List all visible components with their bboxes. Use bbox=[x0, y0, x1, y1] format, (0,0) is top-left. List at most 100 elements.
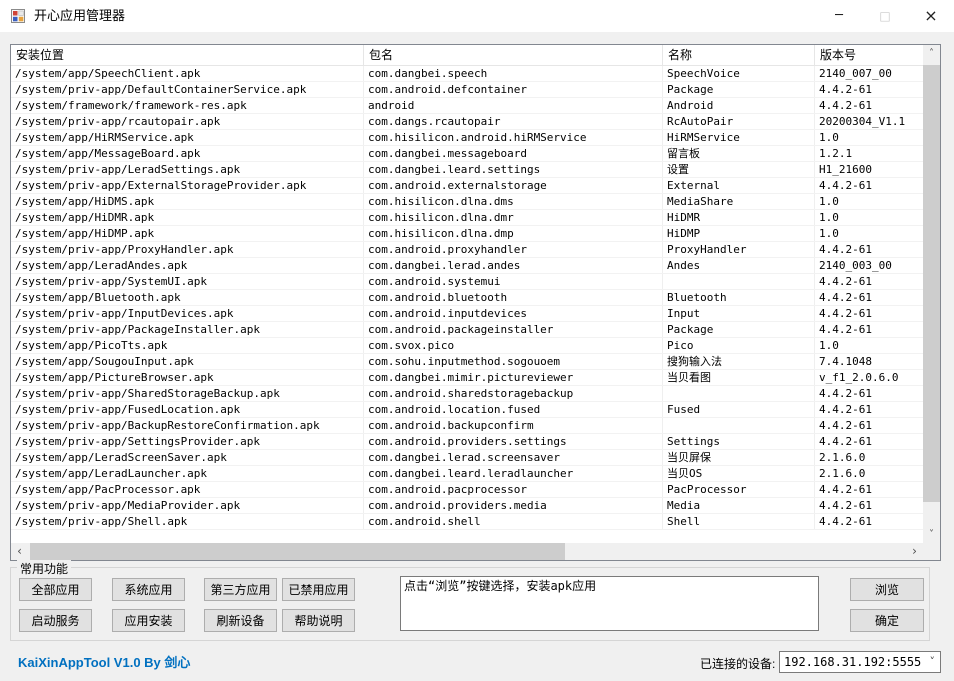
table-row[interactable]: /system/app/PacProcessor.apkcom.android.… bbox=[11, 482, 923, 498]
table-cell: HiDMR bbox=[663, 210, 815, 225]
table-cell: SpeechVoice bbox=[663, 66, 815, 81]
table-row[interactable]: /system/framework/framework-res.apkandro… bbox=[11, 98, 923, 114]
minimize-button[interactable]: ─ bbox=[816, 0, 862, 32]
scroll-left-icon[interactable]: ‹ bbox=[11, 543, 28, 560]
table-cell: 2140_007_00 bbox=[815, 66, 923, 81]
app-credit-label: KaiXinAppTool V1.0 By 剑心 bbox=[18, 652, 190, 671]
scroll-right-icon[interactable]: › bbox=[906, 543, 923, 560]
table-row[interactable]: /system/app/MessageBoard.apkcom.dangbei.… bbox=[11, 146, 923, 162]
vertical-scrollbar-thumb[interactable] bbox=[923, 65, 940, 502]
listview-header: 安装位置 包名 名称 版本号 bbox=[11, 45, 923, 66]
app-icon bbox=[10, 8, 26, 24]
all-apps-button[interactable]: 全部应用 bbox=[19, 578, 92, 601]
table-row[interactable]: /system/priv-app/rcautopair.apkcom.dangs… bbox=[11, 114, 923, 130]
table-cell: /system/priv-app/SystemUI.apk bbox=[11, 274, 364, 289]
table-row[interactable]: /system/app/SougouInput.apkcom.sohu.inpu… bbox=[11, 354, 923, 370]
table-cell: com.sohu.inputmethod.sogouoem bbox=[364, 354, 663, 369]
table-row[interactable]: /system/app/HiDMP.apkcom.hisilicon.dlna.… bbox=[11, 226, 923, 242]
browse-button[interactable]: 浏览 bbox=[850, 578, 924, 601]
table-cell: 1.2.1 bbox=[815, 146, 923, 161]
table-cell: com.dangbei.leard.leradlauncher bbox=[364, 466, 663, 481]
table-cell bbox=[663, 386, 815, 401]
table-row[interactable]: /system/priv-app/FusedLocation.apkcom.an… bbox=[11, 402, 923, 418]
system-apps-button[interactable]: 系统应用 bbox=[112, 578, 185, 601]
table-row[interactable]: /system/app/LeradLauncher.apkcom.dangbei… bbox=[11, 466, 923, 482]
table-cell: com.android.location.fused bbox=[364, 402, 663, 417]
table-cell: com.android.providers.settings bbox=[364, 434, 663, 449]
table-row[interactable]: /system/priv-app/InputDevices.apkcom.and… bbox=[11, 306, 923, 322]
titlebar: 开心应用管理器 ─ □ × bbox=[0, 0, 954, 32]
table-row[interactable]: /system/app/PictureBrowser.apkcom.dangbe… bbox=[11, 370, 923, 386]
table-cell: com.svox.pico bbox=[364, 338, 663, 353]
table-row[interactable]: /system/priv-app/MediaProvider.apkcom.an… bbox=[11, 498, 923, 514]
table-cell: 4.4.2-61 bbox=[815, 242, 923, 257]
table-cell: /system/framework/framework-res.apk bbox=[11, 98, 364, 113]
table-cell: com.android.packageinstaller bbox=[364, 322, 663, 337]
table-cell: 1.0 bbox=[815, 338, 923, 353]
table-cell: com.hisilicon.dlna.dmp bbox=[364, 226, 663, 241]
table-row[interactable]: /system/app/HiDMS.apkcom.hisilicon.dlna.… bbox=[11, 194, 923, 210]
help-button[interactable]: 帮助说明 bbox=[282, 609, 355, 632]
column-header-install-path[interactable]: 安装位置 bbox=[11, 45, 364, 65]
table-row[interactable]: /system/priv-app/SystemUI.apkcom.android… bbox=[11, 274, 923, 290]
table-cell: Fused bbox=[663, 402, 815, 417]
table-row[interactable]: /system/priv-app/PackageInstaller.apkcom… bbox=[11, 322, 923, 338]
table-row[interactable]: /system/app/PicoTts.apkcom.svox.picoPico… bbox=[11, 338, 923, 354]
table-cell: com.android.sharedstoragebackup bbox=[364, 386, 663, 401]
table-body: /system/app/SpeechClient.apk com.dangbei.… bbox=[11, 66, 923, 530]
table-cell: H1_21600 bbox=[815, 162, 923, 177]
table-cell: com.hisilicon.android.hiRMService bbox=[364, 130, 663, 145]
close-button[interactable]: × bbox=[908, 0, 954, 32]
table-row[interactable]: /system/priv-app/ProxyHandler.apkcom.and… bbox=[11, 242, 923, 258]
table-cell: com.dangs.rcautopair bbox=[364, 114, 663, 129]
table-cell: 4.4.2-61 bbox=[815, 434, 923, 449]
table-cell: /system/app/LeradScreenSaver.apk bbox=[11, 450, 364, 465]
table-row[interactable]: /system/priv-app/DefaultContainerService… bbox=[11, 82, 923, 98]
column-header-version[interactable]: 版本号 bbox=[815, 45, 923, 65]
table-row[interactable]: /system/app/SpeechClient.apkcom.dangbei.… bbox=[11, 66, 923, 82]
table-cell: 当贝OS bbox=[663, 466, 815, 481]
column-header-package[interactable]: 包名 bbox=[364, 45, 663, 65]
table-cell: 留言板 bbox=[663, 146, 815, 161]
table-row[interactable]: /system/app/LeradAndes.apkcom.dangbei.le… bbox=[11, 258, 923, 274]
table-cell: 1.0 bbox=[815, 210, 923, 225]
ok-button[interactable]: 确定 bbox=[850, 609, 924, 632]
table-cell: /system/app/SpeechClient.apk bbox=[11, 66, 364, 81]
table-row[interactable]: /system/priv-app/SettingsProvider.apkcom… bbox=[11, 434, 923, 450]
table-cell: /system/app/Bluetooth.apk bbox=[11, 290, 364, 305]
device-combobox-value: 192.168.31.192:5555 bbox=[784, 652, 921, 672]
table-row[interactable]: /system/priv-app/SharedStorageBackup.apk… bbox=[11, 386, 923, 402]
table-cell: /system/app/LeradAndes.apk bbox=[11, 258, 364, 273]
horizontal-scrollbar-thumb[interactable] bbox=[30, 543, 565, 560]
table-cell: com.dangbei.messageboard bbox=[364, 146, 663, 161]
table-row[interactable]: /system/app/LeradScreenSaver.apkcom.dang… bbox=[11, 450, 923, 466]
table-cell: com.android.pacprocessor bbox=[364, 482, 663, 497]
table-row[interactable]: /system/app/HiDMR.apkcom.hisilicon.dlna.… bbox=[11, 210, 923, 226]
table-row[interactable]: /system/app/HiRMService.apkcom.hisilicon… bbox=[11, 130, 923, 146]
refresh-device-button[interactable]: 刷新设备 bbox=[204, 609, 277, 632]
install-app-button[interactable]: 应用安装 bbox=[112, 609, 185, 632]
table-cell: Shell bbox=[663, 514, 815, 529]
device-combobox[interactable]: 192.168.31.192:5555 ˅ bbox=[779, 651, 941, 673]
third-party-apps-button[interactable]: 第三方应用 bbox=[204, 578, 277, 601]
table-cell: /system/priv-app/LeradSettings.apk bbox=[11, 162, 364, 177]
start-service-button[interactable]: 启动服务 bbox=[19, 609, 92, 632]
table-cell: com.android.defcontainer bbox=[364, 82, 663, 97]
scroll-down-icon[interactable]: ˅ bbox=[923, 526, 940, 543]
table-row[interactable]: /system/priv-app/BackupRestoreConfirmati… bbox=[11, 418, 923, 434]
chevron-down-icon: ˅ bbox=[930, 652, 936, 672]
scroll-up-icon[interactable]: ˄ bbox=[923, 45, 940, 62]
column-header-name[interactable]: 名称 bbox=[663, 45, 815, 65]
table-cell: Settings bbox=[663, 434, 815, 449]
table-row[interactable]: /system/priv-app/Shell.apkcom.android.sh… bbox=[11, 514, 923, 530]
disabled-apps-button[interactable]: 已禁用应用 bbox=[282, 578, 355, 601]
table-row[interactable]: /system/app/Bluetooth.apkcom.android.blu… bbox=[11, 290, 923, 306]
table-row[interactable]: /system/priv-app/LeradSettings.apkcom.da… bbox=[11, 162, 923, 178]
table-cell: 2.1.6.0 bbox=[815, 466, 923, 481]
table-row[interactable]: /system/priv-app/ExternalStorageProvider… bbox=[11, 178, 923, 194]
table-cell: HiDMP bbox=[663, 226, 815, 241]
apk-path-input[interactable]: 点击“浏览”按键选择，安装apk应用 bbox=[400, 576, 819, 631]
table-cell: com.dangbei.leard.settings bbox=[364, 162, 663, 177]
common-functions-groupbox: 常用功能 全部应用 系统应用 第三方应用 已禁用应用 启动服务 应用安装 刷新设… bbox=[10, 567, 930, 641]
table-cell: Pico bbox=[663, 338, 815, 353]
